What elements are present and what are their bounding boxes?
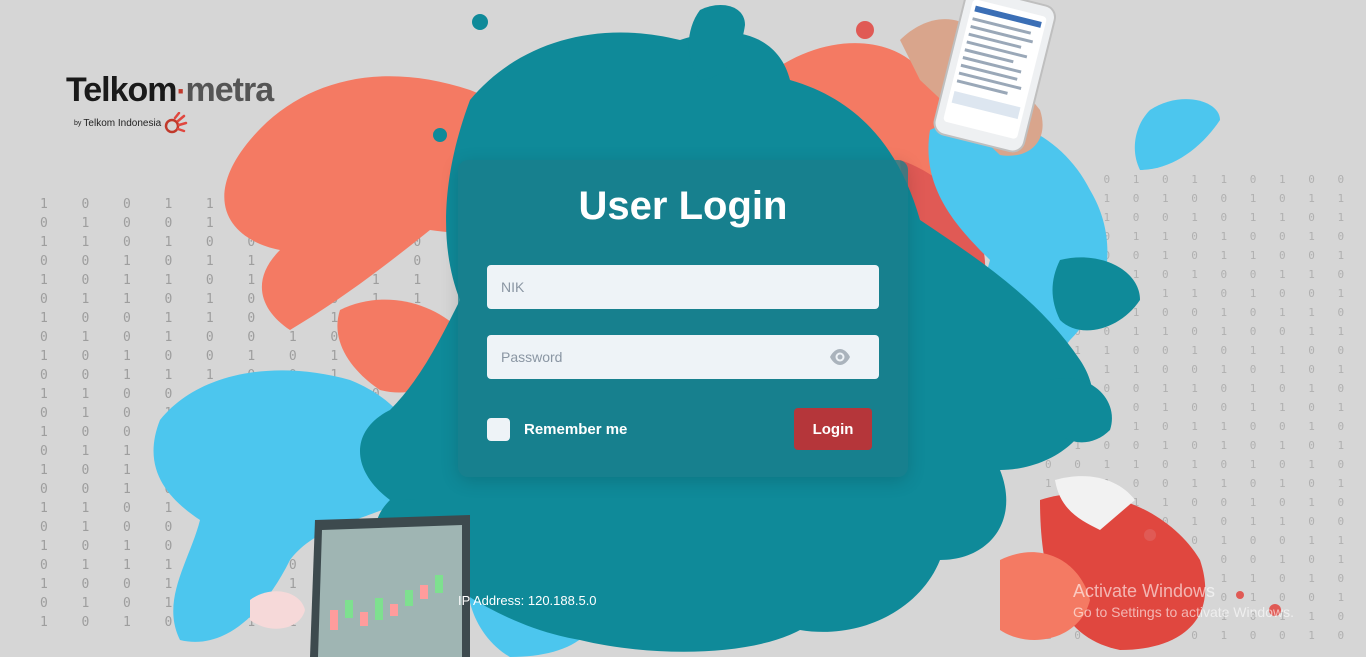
login-form: User Login Remember me Login [458,160,908,477]
brand-parent-label: Telkom Indonesia [83,117,162,129]
nik-input[interactable] [487,265,879,309]
brand-name-part1: Telkom [66,71,178,109]
brand-tagline: by Telkom Indonesia [74,112,273,134]
login-button[interactable]: Login [794,408,872,450]
teal-splash-drop-2 [433,128,447,142]
brand-logo: Telkom·metra by Telkom Indonesia [66,71,275,134]
ip-address-label: IP Address: 120.188.5.0 [458,593,597,608]
remember-me-toggle[interactable]: Remember me [487,418,627,441]
teal-splash-tendril-right [1052,257,1140,331]
brand-name-part2: metra [185,71,275,109]
coral-drop-1 [856,21,874,39]
eye-icon[interactable] [828,347,852,367]
windows-activation-watermark: Activate Windows Go to Settings to activ… [1073,580,1294,622]
brand-wordmark: Telkom·metra [66,71,275,110]
telkom-logo-icon [164,112,188,134]
remember-me-label: Remember me [524,421,628,438]
watermark-subtitle: Go to Settings to activate Windows. [1073,604,1294,620]
teal-splash-drop-1 [472,14,488,30]
remember-me-checkbox[interactable] [487,418,510,441]
login-title: User Login [578,184,788,228]
password-input[interactable] [487,335,879,379]
watermark-title: Activate Windows [1073,581,1216,601]
brand-dot-icon: · [176,75,187,108]
blue-splash-right-streak [1134,99,1220,170]
login-page: 1 0 0 1 1 0 1 0 0 1 0 1 0 0 1 0 1 1 0 0 … [0,0,1366,657]
coral-drop-2 [1144,529,1156,541]
teal-splash-tendril-bottom-right [1050,378,1112,443]
brand-by-label: by [74,119,82,127]
